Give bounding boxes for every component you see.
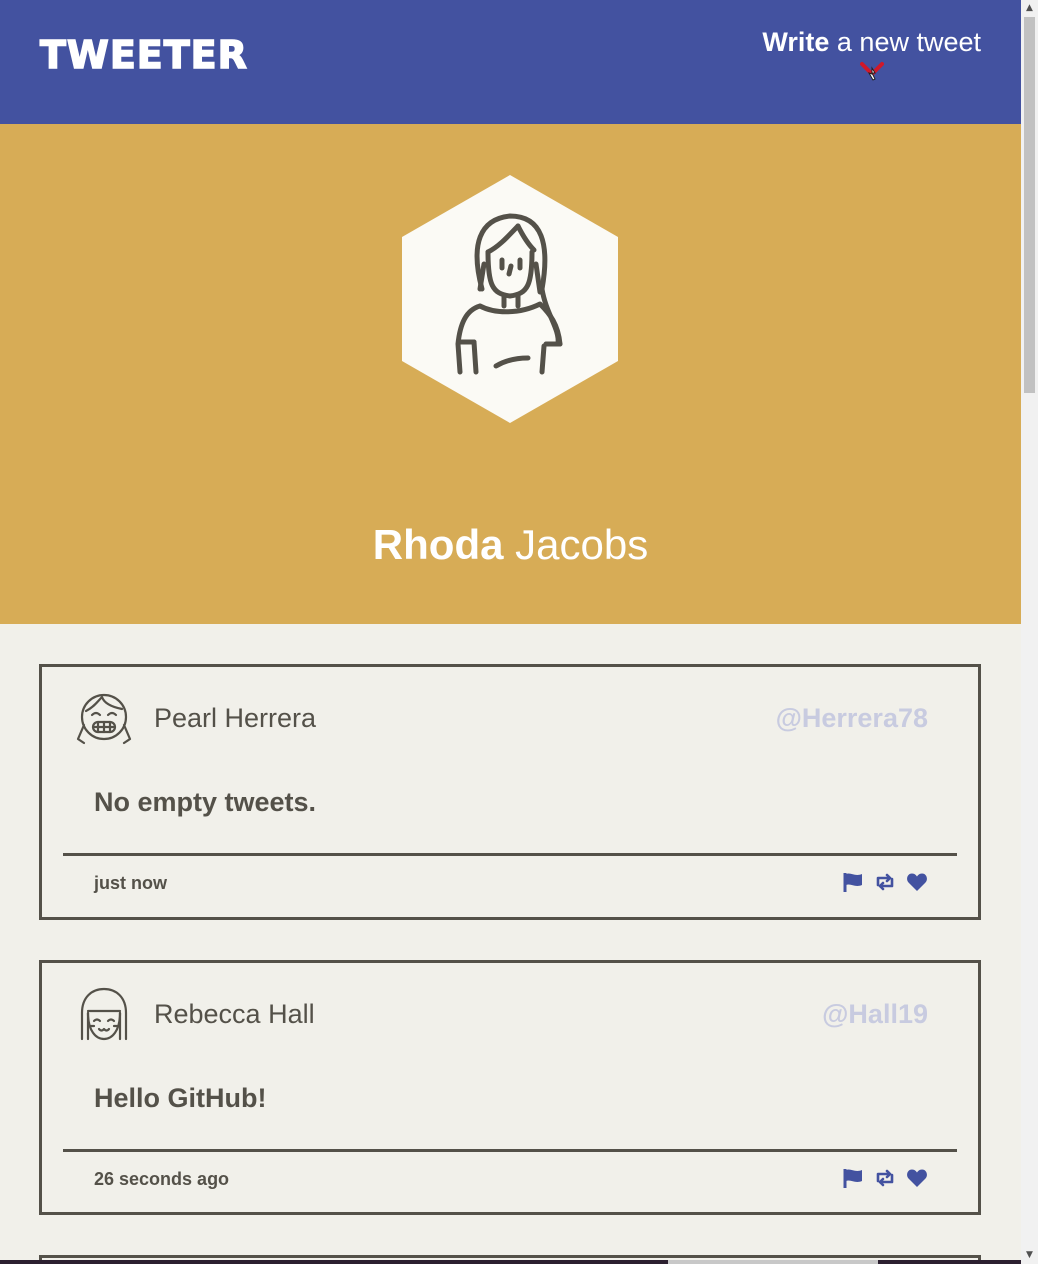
tweet-timestamp: 26 seconds ago: [94, 1169, 230, 1189]
tweet-divider: [63, 853, 957, 856]
new-tweet-label: a new tweet: [829, 27, 981, 57]
last-name: Jacobs: [515, 521, 649, 568]
retweet-icon[interactable]: [874, 871, 896, 893]
vertical-scrollbar[interactable]: ▲ ▼: [1021, 0, 1038, 1264]
tweet-divider: [63, 1149, 957, 1152]
heart-icon[interactable]: [906, 871, 928, 893]
write-tweet-link[interactable]: Write a new tweet: [762, 27, 981, 58]
profile-name: Rhoda Jacobs: [0, 524, 1021, 566]
first-name: Rhoda: [372, 521, 504, 568]
tweet-handle[interactable]: @Hall19: [822, 999, 928, 1030]
laughing-girl-avatar-icon: [76, 693, 132, 745]
scroll-thumb[interactable]: [1024, 17, 1035, 393]
scroll-up-arrow-icon[interactable]: ▲: [1021, 0, 1038, 17]
tweet-actions: [842, 871, 928, 893]
tweet-author: Pearl Herrera: [154, 703, 317, 733]
tweet-content: Hello GitHub!: [94, 1083, 267, 1113]
app-logo[interactable]: TWEETER: [39, 35, 248, 75]
retweet-icon[interactable]: [874, 1167, 896, 1189]
flag-icon[interactable]: [842, 1167, 864, 1189]
scroll-down-arrow-icon[interactable]: ▼: [1021, 1247, 1038, 1264]
tweet-author: Rebecca Hall: [154, 999, 315, 1029]
flag-icon[interactable]: [842, 871, 864, 893]
chevron-down-icon[interactable]: [860, 60, 884, 82]
profile-avatar: [402, 175, 618, 423]
tweet-content: No empty tweets.: [94, 787, 317, 817]
top-nav: TWEETER Write a new tweet: [0, 0, 1021, 124]
horizontal-scroll-thumb[interactable]: [668, 1260, 878, 1264]
tweet-card: Rebecca Hall @Hall19 Hello GitHub! 26 se…: [39, 960, 981, 1215]
smiling-girl-avatar-icon: [80, 987, 128, 1041]
page: TWEETER Write a new tweet Rhoda Jacobs P…: [0, 0, 1021, 1264]
profile-header: Rhoda Jacobs: [0, 124, 1021, 624]
heart-icon[interactable]: [906, 1167, 928, 1189]
horizontal-scrollbar[interactable]: [0, 1260, 1021, 1264]
tweet-timestamp: just now: [94, 873, 167, 893]
tweet-actions: [842, 1167, 928, 1189]
tweet-handle[interactable]: @Herrera78: [776, 703, 928, 734]
tweet-card: Pearl Herrera @Herrera78 No empty tweets…: [39, 664, 981, 920]
write-label: Write: [762, 27, 830, 57]
